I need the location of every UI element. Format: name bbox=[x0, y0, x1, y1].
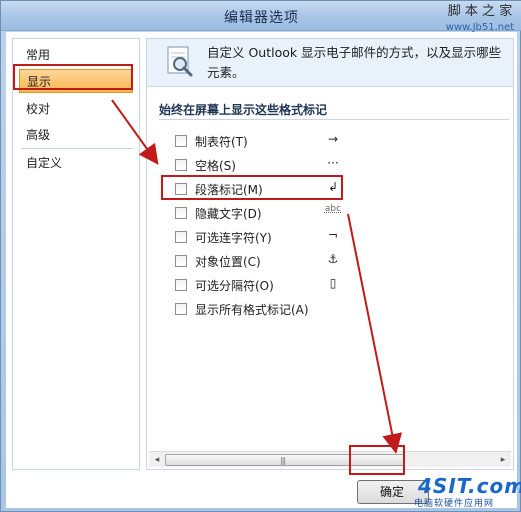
space-mark-icon: ··· bbox=[327, 156, 339, 170]
highlight-box-display bbox=[13, 64, 133, 90]
sidebar-item-customize[interactable]: 自定义 bbox=[19, 151, 133, 175]
checkbox[interactable] bbox=[175, 231, 187, 243]
section-divider bbox=[159, 119, 509, 120]
checkbox[interactable] bbox=[175, 207, 187, 219]
option-show-all-marks[interactable]: 显示所有格式标记(A) bbox=[171, 299, 511, 319]
option-label: 可选分隔符(O) bbox=[195, 279, 274, 293]
option-label: 对象位置(C) bbox=[195, 255, 261, 269]
grip-icon: ||| bbox=[280, 456, 286, 465]
checkbox[interactable] bbox=[175, 135, 187, 147]
panel-description: 自定义 Outlook 显示电子邮件的方式，以及显示哪些元素。 bbox=[207, 45, 502, 80]
display-panel: 自定义 Outlook 显示电子邮件的方式，以及显示哪些元素。 始终在屏幕上显示… bbox=[146, 38, 514, 470]
optional-hyphen-icon: ¬ bbox=[327, 228, 339, 242]
sidebar: 常用 显示 校对 高级 自定义 bbox=[12, 38, 140, 470]
hidden-text-icon: abc bbox=[324, 204, 342, 214]
panel-header: 自定义 Outlook 显示电子邮件的方式，以及显示哪些元素。 bbox=[147, 39, 513, 87]
option-label: 空格(S) bbox=[195, 159, 236, 173]
scroll-right-icon[interactable]: ▸ bbox=[496, 454, 510, 466]
anchor-icon: ⚓ bbox=[327, 252, 339, 266]
watermark-top-line1: 脚 本 之 家 bbox=[447, 4, 513, 19]
option-label: 显示所有格式标记(A) bbox=[195, 303, 309, 317]
highlight-box-ok bbox=[349, 445, 405, 475]
section-title: 始终在屏幕上显示这些格式标记 bbox=[159, 103, 328, 117]
option-optional-hyphens[interactable]: 可选连字符(Y) ¬ bbox=[171, 227, 511, 247]
scroll-left-icon[interactable]: ◂ bbox=[150, 454, 164, 466]
checkbox[interactable] bbox=[175, 255, 187, 267]
option-object-anchors[interactable]: 对象位置(C) ⚓ bbox=[171, 251, 511, 271]
horizontal-scrollbar[interactable]: ◂ ||| ▸ bbox=[149, 451, 511, 467]
option-tab-characters[interactable]: 制表符(T) → bbox=[171, 131, 511, 151]
document-magnifier-icon bbox=[167, 46, 193, 77]
option-hidden-text[interactable]: 隐藏文字(D) abc bbox=[171, 203, 511, 223]
option-optional-breaks[interactable]: 可选分隔符(O) ▯ bbox=[171, 275, 511, 295]
title-bar[interactable]: 编辑器选项 脚 本 之 家 www.Jb51.net bbox=[1, 1, 521, 33]
sidebar-item-advanced[interactable]: 高级 bbox=[19, 123, 133, 147]
option-label: 可选连字符(Y) bbox=[195, 231, 272, 245]
watermark-subtitle: 电脑软硬件应用网 bbox=[414, 499, 495, 509]
sidebar-divider bbox=[21, 148, 133, 149]
watermark-bottom: 4SIT.com 电脑软硬件应用网 bbox=[404, 474, 521, 509]
option-label: 制表符(T) bbox=[195, 135, 248, 149]
checkbox[interactable] bbox=[175, 279, 187, 291]
dialog-body: 常用 显示 校对 高级 自定义 自定义 Outlook 显示电子邮件的方式，以及… bbox=[6, 32, 521, 509]
option-label: 隐藏文字(D) bbox=[195, 207, 262, 221]
checkbox[interactable] bbox=[175, 159, 187, 171]
option-spaces[interactable]: 空格(S) ··· bbox=[171, 155, 511, 175]
sidebar-item-proofing[interactable]: 校对 bbox=[19, 97, 133, 121]
watermark-logo: 4SIT.com bbox=[418, 474, 521, 498]
highlight-box-paragraph-marks bbox=[161, 175, 343, 200]
optional-break-icon: ▯ bbox=[329, 276, 337, 290]
tab-mark-icon: → bbox=[327, 132, 339, 146]
checkbox[interactable] bbox=[175, 303, 187, 315]
